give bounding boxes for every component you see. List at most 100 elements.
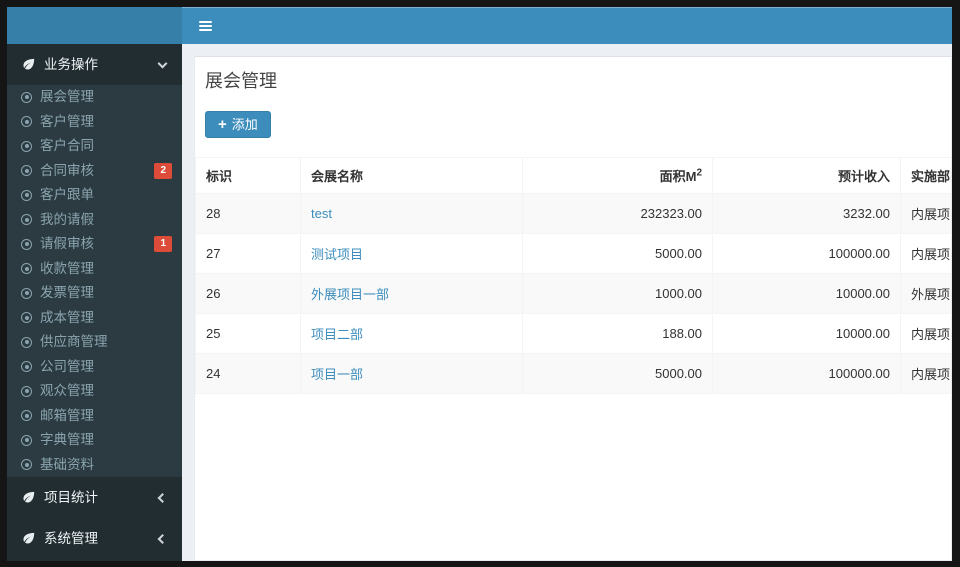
exhibition-management-panel: 展会管理 + 添加 标识 会展名称 面积M2 预计收入 实施部 28 test … — [194, 56, 952, 561]
sidebar-item-link[interactable]: 字典管理 — [7, 428, 182, 453]
sidebar-item-link[interactable]: 基础资料 — [7, 453, 182, 478]
sidebar-item-label: 客户跟单 — [40, 187, 94, 202]
sidebar-section-system-header[interactable]: 系统管理 — [7, 518, 182, 559]
app-window: 业务操作 展会管理客户管理客户合同合同审核 2 客户跟单我的请假 请假审核 1 收款管理发… — [7, 7, 952, 561]
sidebar-item-label: 客户管理 — [40, 113, 94, 129]
table-row: 24 项目一部 5000.00100000.00内展项目 — [195, 353, 951, 394]
sidebar-item-label: 展会管理 — [40, 89, 94, 104]
sidebar: 业务操作 展会管理客户管理客户合同合同审核 2 客户跟单我的请假 请假审核 1 收款管理发… — [7, 44, 182, 561]
sidebar-item: 合同审核 2 — [7, 159, 182, 184]
sidebar-item-label: 成本管理 — [40, 309, 94, 325]
col-area-label: 面积M — [659, 169, 697, 184]
sidebar-item-link[interactable]: 客户管理 — [7, 110, 182, 135]
desktop-background: { "colors": { "accent": "#3c8dbc", "logo… — [0, 0, 960, 567]
sidebar-section-project-stats-header[interactable]: 项目统计 — [7, 477, 182, 518]
chevron-left-icon — [157, 533, 168, 544]
sidebar-item-label: 基础资料 — [40, 456, 94, 472]
table-row: 25 项目二部 188.0010000.00内展项目 — [195, 313, 951, 354]
bullseye-icon — [21, 459, 32, 471]
bullseye-icon — [21, 116, 32, 128]
cell-area: 232323.00 — [522, 193, 713, 234]
col-name: 会展名称 — [300, 157, 523, 194]
sidebar-item-link[interactable]: 我的请假 — [7, 208, 182, 233]
bullseye-icon — [21, 165, 32, 177]
exhibition-link[interactable]: test — [311, 206, 332, 221]
sidebar-item: 基础资料 — [7, 453, 182, 478]
sidebar-item-label: 供应商管理 — [40, 334, 108, 349]
cell-dept: 外展项目 — [900, 273, 951, 314]
sidebar-toggle-button[interactable] — [182, 8, 229, 44]
sidebar-item-label: 客户合同 — [40, 138, 94, 153]
sidebar-item-label: 收款管理 — [40, 260, 94, 276]
cell-id: 27 — [195, 233, 301, 274]
sidebar-item-link[interactable]: 观众管理 — [7, 379, 182, 404]
bullseye-icon — [21, 238, 32, 250]
sidebar-item: 客户合同 — [7, 134, 182, 159]
cell-id: 24 — [195, 353, 301, 394]
table-header-row: 标识 会展名称 面积M2 预计收入 实施部门 — [195, 157, 951, 194]
sidebar-item-link[interactable]: 邮箱管理 — [7, 404, 182, 429]
panel-header: 展会管理 — [195, 57, 951, 92]
col-area: 面积M2 — [522, 157, 713, 194]
bullseye-icon — [21, 361, 32, 373]
exhibition-link[interactable]: 外展项目一部 — [311, 287, 389, 302]
superscript-2: 2 — [696, 167, 702, 179]
notification-badge: 2 — [154, 162, 172, 179]
sidebar-item: 发票管理 — [7, 281, 182, 306]
exhibition-link[interactable]: 测试项目 — [311, 247, 363, 262]
bullseye-icon — [21, 336, 32, 348]
main-layout: 业务操作 展会管理客户管理客户合同合同审核 2 客户跟单我的请假 请假审核 1 收款管理发… — [7, 44, 952, 561]
sidebar-item-link[interactable]: 合同审核 2 — [7, 159, 182, 184]
sidebar-item-label: 字典管理 — [40, 432, 94, 447]
sidebar-item-link[interactable]: 收款管理 — [7, 257, 182, 282]
cell-name: 项目一部 — [300, 353, 523, 394]
chevron-left-icon — [157, 492, 168, 503]
sidebar-item: 字典管理 — [7, 428, 182, 453]
col-income: 预计收入 — [712, 157, 901, 194]
cell-name: 项目二部 — [300, 313, 523, 354]
exhibition-link[interactable]: 项目一部 — [311, 367, 363, 382]
cell-income: 3232.00 — [712, 193, 901, 234]
bullseye-icon — [21, 410, 32, 422]
top-navbar — [7, 7, 952, 44]
sidebar-item-link[interactable]: 发票管理 — [7, 281, 182, 306]
sidebar-section-label: 系统管理 — [44, 531, 98, 546]
sidebar-section-label: 项目统计 — [44, 490, 98, 505]
sidebar-item-link[interactable]: 供应商管理 — [7, 330, 182, 355]
sidebar-item-link[interactable]: 请假审核 1 — [7, 232, 182, 257]
leaf-icon — [22, 532, 35, 545]
sidebar-item-link[interactable]: 成本管理 — [7, 306, 182, 331]
bullseye-icon — [21, 91, 32, 103]
cell-area: 1000.00 — [522, 273, 713, 314]
exhibition-link[interactable]: 项目二部 — [311, 327, 363, 342]
sidebar-section-business: 业务操作 展会管理客户管理客户合同合同审核 2 客户跟单我的请假 请假审核 1 收款管理发… — [7, 44, 182, 477]
cell-income: 10000.00 — [712, 313, 901, 354]
sidebar-item-link[interactable]: 客户跟单 — [7, 183, 182, 208]
bullseye-icon — [21, 312, 32, 324]
leaf-icon — [22, 491, 35, 504]
cell-dept: 内展项目 — [900, 313, 951, 354]
treeview-submenu: 展会管理客户管理客户合同合同审核 2 客户跟单我的请假 请假审核 1 收款管理发票管理成本… — [7, 85, 182, 477]
notification-badge: 1 — [154, 236, 172, 253]
sidebar-item-label: 邮箱管理 — [40, 407, 94, 423]
table-row: 28 test 232323.003232.00内展项目 — [195, 193, 951, 234]
bullseye-icon — [21, 140, 32, 152]
sidebar-item: 展会管理 — [7, 85, 182, 110]
sidebar-item-link[interactable]: 公司管理 — [7, 355, 182, 380]
panel-toolbar: + 添加 — [195, 92, 951, 157]
sidebar-item-link[interactable]: 展会管理 — [7, 85, 182, 110]
bullseye-icon — [21, 287, 32, 299]
add-button[interactable]: + 添加 — [205, 111, 271, 138]
sidebar-item-label: 合同审核 — [40, 162, 94, 178]
cell-dept: 内展项目 — [900, 353, 951, 394]
sidebar-item: 观众管理 — [7, 379, 182, 404]
col-id: 标识 — [195, 157, 301, 194]
sidebar-item: 公司管理 — [7, 355, 182, 380]
table-row: 27 测试项目 5000.00100000.00内展项目 — [195, 233, 951, 274]
logo-area — [7, 7, 182, 44]
sidebar-item: 我的请假 — [7, 208, 182, 233]
col-dept: 实施部门 — [900, 157, 951, 194]
sidebar-item-link[interactable]: 客户合同 — [7, 134, 182, 159]
exhibition-table: 标识 会展名称 面积M2 预计收入 实施部门 28 test 232323.0032… — [195, 157, 951, 394]
sidebar-section-business-header[interactable]: 业务操作 — [7, 44, 182, 85]
